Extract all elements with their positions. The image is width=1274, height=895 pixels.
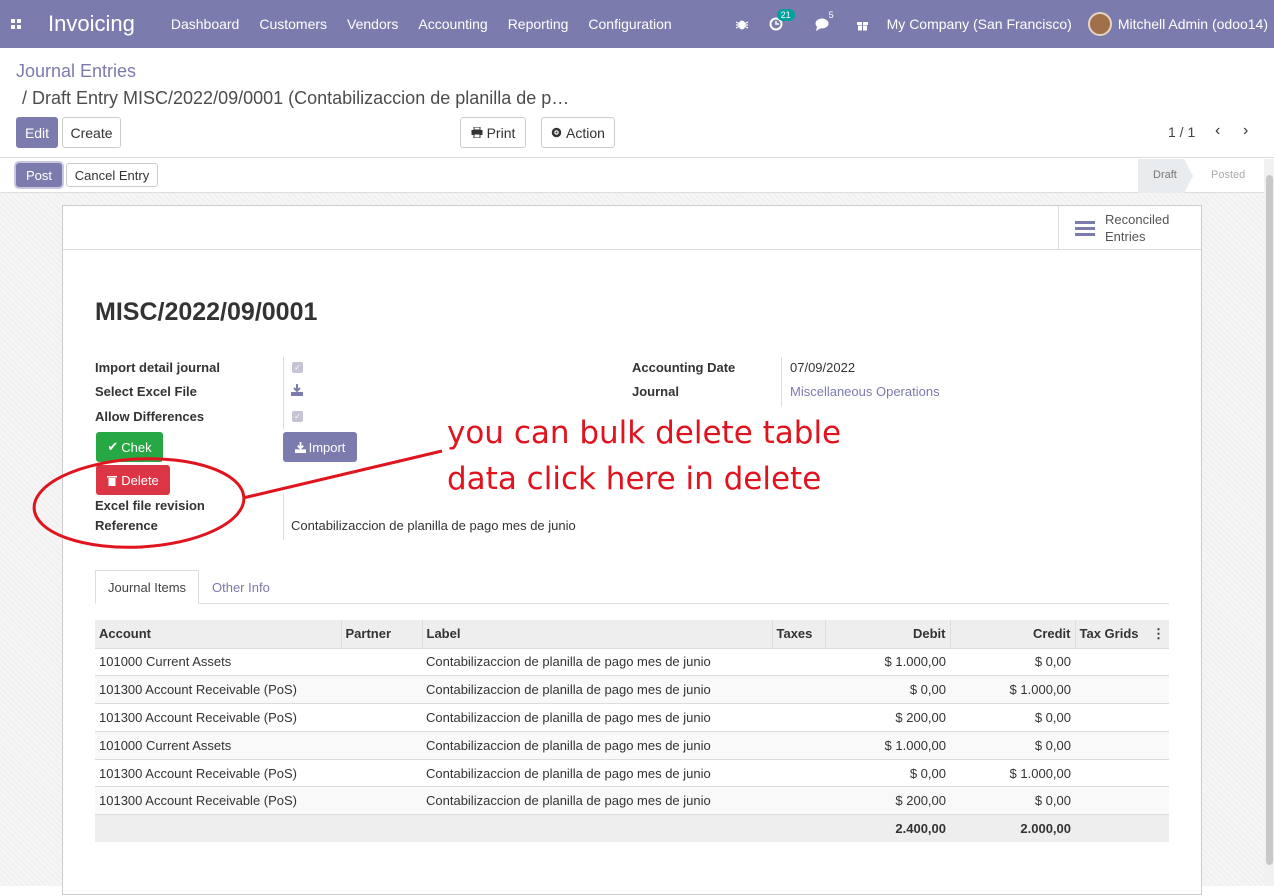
cell-label: Contabilizaccion de planilla de pago mes… <box>422 675 772 704</box>
cell-debit: $ 1.000,00 <box>825 647 950 676</box>
table-row[interactable]: 101300 Account Receivable (PoS) Contabili… <box>95 758 1169 787</box>
table-row[interactable]: 101300 Account Receivable (PoS) Contabili… <box>95 703 1169 732</box>
tab-journal-items[interactable]: Journal Items <box>95 570 200 604</box>
cell-debit: $ 0,00 <box>825 758 950 787</box>
cell-label: Contabilizaccion de planilla de pago mes… <box>422 647 772 676</box>
tab-other-info[interactable]: Other Info <box>212 570 270 604</box>
cell-tax-grids <box>1075 675 1169 704</box>
cell-account: 101300 Account Receivable (PoS) <box>95 675 341 704</box>
cell-tax-grids <box>1075 758 1169 787</box>
cell-account: 101300 Account Receivable (PoS) <box>95 786 341 815</box>
cell-debit: $ 0,00 <box>825 675 950 704</box>
cell-debit: $ 200,00 <box>825 703 950 732</box>
cell-taxes <box>772 675 825 704</box>
cell-account: 101300 Account Receivable (PoS) <box>95 703 341 732</box>
table-row[interactable]: 101000 Current Assets Contabilizaccion de… <box>95 730 1169 760</box>
cell-credit: $ 0,00 <box>950 703 1075 732</box>
cell-partner <box>341 758 422 787</box>
cell-taxes <box>772 730 825 760</box>
cell-tax-grids <box>1075 647 1169 676</box>
col-tax-grids-label: Tax Grids <box>1079 625 1139 641</box>
cell-credit: $ 0,00 <box>950 647 1075 676</box>
cell-taxes <box>772 703 825 732</box>
cell-account: 101300 Account Receivable (PoS) <box>95 758 341 787</box>
table-body: 101000 Current Assets Contabilizaccion de… <box>95 647 1169 815</box>
col-account[interactable]: Account <box>95 620 341 648</box>
cell-taxes <box>772 647 825 676</box>
annotation-line-2: data click here in delete <box>447 461 822 497</box>
col-tax-grids[interactable]: Tax Grids ⋮ <box>1074 620 1169 648</box>
annotation-line-1: you can bulk delete table <box>447 415 842 451</box>
table-row[interactable]: 101300 Account Receivable (PoS) Contabili… <box>95 786 1169 815</box>
table-row[interactable]: 101000 Current Assets Contabilizaccion de… <box>95 647 1169 676</box>
cell-credit: $ 1.000,00 <box>950 675 1075 704</box>
cell-partner <box>341 675 422 704</box>
col-label[interactable]: Label <box>421 620 772 648</box>
optional-columns-icon[interactable]: ⋮ <box>1152 626 1165 642</box>
cell-account: 101000 Current Assets <box>95 730 341 760</box>
cell-tax-grids <box>1075 703 1169 732</box>
cell-tax-grids <box>1075 730 1169 760</box>
col-partner[interactable]: Partner <box>340 620 422 648</box>
cell-label: Contabilizaccion de planilla de pago mes… <box>422 758 772 787</box>
cell-credit: $ 0,00 <box>950 786 1075 815</box>
col-debit[interactable]: Debit <box>824 620 950 648</box>
col-taxes[interactable]: Taxes <box>771 620 825 648</box>
cell-taxes <box>772 786 825 815</box>
cell-debit: $ 200,00 <box>825 786 950 815</box>
table-row[interactable]: 101300 Account Receivable (PoS) Contabili… <box>95 675 1169 704</box>
col-credit[interactable]: Credit <box>949 620 1075 648</box>
cell-taxes <box>772 758 825 787</box>
total-credit: 2.000,00 <box>950 814 1075 842</box>
cell-debit: $ 1.000,00 <box>825 730 950 760</box>
table-totals-row: 2.400,00 2.000,00 <box>95 814 1169 842</box>
cell-label: Contabilizaccion de planilla de pago mes… <box>422 730 772 760</box>
notebook-tabs: Journal Items Other Info <box>95 570 1169 604</box>
annotation-text: you can bulk delete table data click her… <box>447 410 841 502</box>
cell-partner <box>341 647 422 676</box>
cell-credit: $ 0,00 <box>950 730 1075 760</box>
cell-credit: $ 1.000,00 <box>950 758 1075 787</box>
cell-label: Contabilizaccion de planilla de pago mes… <box>422 703 772 732</box>
cell-label: Contabilizaccion de planilla de pago mes… <box>422 786 772 815</box>
cell-partner <box>341 730 422 760</box>
journal-items-table: Account Partner Label Taxes Debit Credit… <box>95 620 1169 842</box>
cell-tax-grids <box>1075 786 1169 815</box>
cell-partner <box>341 703 422 732</box>
cell-account: 101000 Current Assets <box>95 647 341 676</box>
table-header-row: Account Partner Label Taxes Debit Credit… <box>95 620 1169 648</box>
cell-partner <box>341 786 422 815</box>
total-debit: 2.400,00 <box>825 814 950 842</box>
